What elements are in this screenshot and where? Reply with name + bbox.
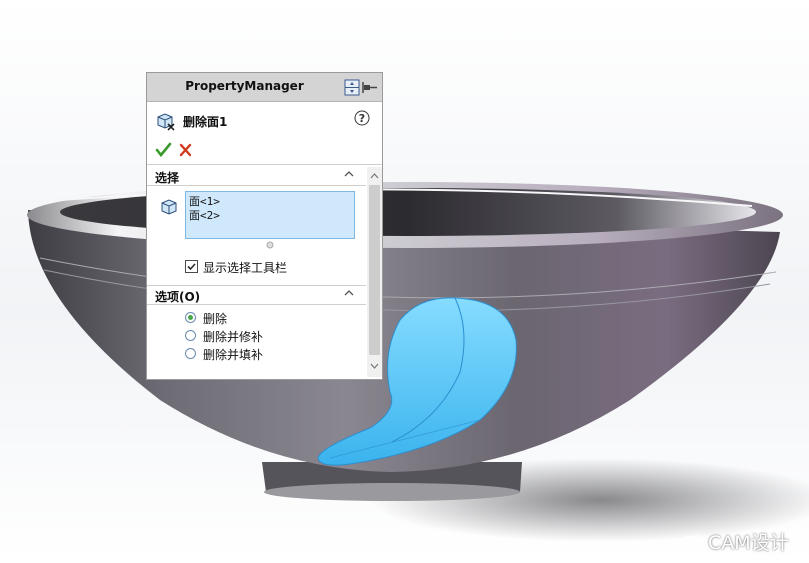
list-item[interactable]: 面<2> — [189, 209, 351, 223]
panel-scrollbar[interactable] — [367, 167, 382, 377]
ok-checkmark-icon[interactable] — [155, 142, 172, 158]
radio-button[interactable] — [185, 330, 196, 341]
ok-cancel-row — [155, 141, 205, 159]
radio-label: 删除并修补 — [203, 330, 264, 344]
split-panel-icon[interactable] — [344, 79, 360, 96]
feature-row: 删除面1 — [155, 111, 375, 131]
chevron-up-icon[interactable] — [343, 168, 355, 180]
checkbox-label: 显示选择工具栏 — [203, 261, 288, 275]
options-section-title: 选项(O) — [155, 290, 201, 304]
list-item[interactable]: 面<1> — [189, 195, 351, 209]
panel-header: PropertyManager — [147, 73, 382, 102]
checkmark-icon — [187, 263, 196, 271]
radio-button-selected[interactable] — [185, 312, 196, 323]
divider — [147, 185, 366, 186]
options-section-header[interactable]: 选项(O) — [147, 287, 367, 305]
feature-name: 删除面1 — [183, 115, 228, 129]
radio-label: 删除并填补 — [203, 348, 264, 362]
radio-delete-and-patch[interactable]: 删除并修补 — [185, 329, 365, 345]
checkbox-box[interactable] — [185, 260, 198, 273]
divider — [147, 164, 382, 165]
selected-faces-list[interactable]: 面<1> 面<2> — [185, 191, 355, 239]
resize-handle-icon[interactable] — [266, 241, 274, 249]
property-manager-panel: PropertyManager 删除面1 ? 选择 面<1> 面<2> 显示选择… — [146, 72, 383, 380]
pin-icon[interactable] — [362, 82, 377, 93]
selection-section-header[interactable]: 选择 — [147, 168, 367, 186]
scroll-down-icon[interactable] — [367, 359, 382, 373]
panel-header-controls — [344, 79, 378, 97]
scroll-up-icon[interactable] — [367, 169, 382, 183]
scrollbar-thumb[interactable] — [369, 185, 380, 355]
radio-label: 删除 — [203, 312, 228, 326]
panel-title: PropertyManager — [185, 79, 304, 93]
help-button[interactable]: ? — [354, 110, 370, 129]
watermark-text: CAM设计 — [708, 532, 789, 554]
watermark: CAM设计 — [680, 528, 789, 555]
weibo-logo-icon — [680, 534, 701, 551]
divider — [147, 285, 366, 286]
help-icon-glyph: ? — [359, 112, 365, 125]
radio-delete-and-fill[interactable]: 删除并填补 — [185, 347, 365, 363]
radio-delete[interactable]: 删除 — [185, 311, 365, 327]
graphics-viewport[interactable] — [0, 0, 809, 563]
cancel-x-icon[interactable] — [179, 143, 192, 157]
delete-face-icon — [157, 113, 175, 131]
selection-section-title: 选择 — [155, 171, 180, 185]
face-selection-icon — [161, 199, 177, 215]
divider — [147, 304, 366, 305]
radio-button[interactable] — [185, 348, 196, 359]
chevron-up-icon[interactable] — [343, 287, 355, 299]
